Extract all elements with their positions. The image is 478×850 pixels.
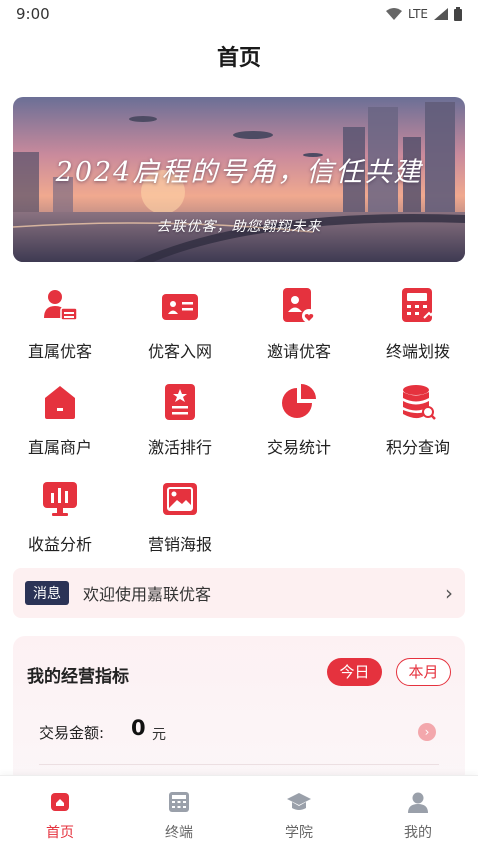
divider [39,764,439,765]
grid-item-activation-ranking[interactable]: 激活排行 [120,378,240,464]
grid-label: 直属商户 [27,438,92,457]
grid-label: 直属优客 [27,342,92,361]
grid-item-transaction-stats[interactable]: 交易统计 [239,378,359,464]
database-search-icon [403,385,436,420]
ranking-icon [165,384,195,420]
battery-icon [454,7,462,21]
invite-icon [283,288,316,323]
grid-label: 邀请优客 [266,342,331,361]
message-badge: 消息 [25,581,69,605]
tab-label: 首页 [46,825,74,841]
banner-title: 2024启程的号角，信任共建 [55,157,423,188]
grid-item-marketing-poster[interactable]: 营销海报 [120,475,240,561]
tab-label: 我的 [404,825,432,841]
wifi-icon [386,8,403,20]
transaction-amount-label: 交易金额: [39,724,105,742]
message-text: 欢迎使用嘉联优客 [83,585,212,604]
calculator-icon [169,792,189,812]
transaction-amount-value: 0 [131,716,146,740]
home-icon [51,793,69,811]
grid-item-points-query[interactable]: 积分查询 [358,378,478,464]
poster-icon [163,483,197,515]
status-indicators: LTE [386,7,462,21]
user-card-icon [44,290,78,321]
tab-home[interactable]: 首页 [0,776,120,850]
grid-label: 终端划拨 [385,342,450,361]
status-time: 9:00 [16,5,50,23]
tab-profile[interactable]: 我的 [358,776,478,850]
transaction-amount-unit: 元 [152,727,166,743]
tab-academy[interactable]: 学院 [239,776,359,850]
banner-subtitle: 去联优客，助您翱翔未来 [156,219,322,235]
terminal-icon [402,288,436,322]
grid-item-client-onboarding[interactable]: 优客入网 [120,282,240,368]
business-metrics-card: 我的经营指标 今日 本月 交易金额: 0 元 › [13,636,465,786]
metrics-title: 我的经营指标 [27,667,129,687]
grid-label: 优客入网 [147,342,212,361]
tab-terminal[interactable]: 终端 [119,776,239,850]
tab-today[interactable]: 今日 [327,658,382,686]
chevron-right-icon: › [445,581,453,605]
bottom-tab-bar: 首页 终端 学院 我的 [0,775,478,850]
grid-item-invite-client[interactable]: 邀请优客 [239,282,359,368]
grid-label: 收益分析 [27,535,92,554]
grid-item-terminal-transfer[interactable]: 终端划拨 [358,282,478,368]
grid-item-direct-client[interactable]: 直属优客 [0,282,120,368]
grid-label: 交易统计 [266,438,331,457]
grid-label: 激活排行 [147,438,212,457]
signal-icon [434,8,448,20]
id-card-icon [162,294,198,320]
shop-icon [45,386,75,419]
tab-label: 终端 [165,825,193,841]
grid-label: 营销海报 [147,535,212,554]
chevron-right-icon[interactable]: › [418,723,436,741]
bar-chart-icon [43,482,77,516]
tab-this-month[interactable]: 本月 [396,658,451,686]
status-bar: 9:00 LTE [0,0,478,28]
network-label: LTE [408,7,428,21]
grid-label: 积分查询 [385,438,450,457]
tab-label: 学院 [285,825,313,841]
pie-chart-icon [282,384,316,418]
graduation-cap-icon [287,793,311,810]
page-title: 首页 [216,46,261,71]
message-bar[interactable]: 消息 欢迎使用嘉联优客 › [13,568,465,618]
profile-icon [408,792,428,813]
grid-item-direct-merchant[interactable]: 直属商户 [0,378,120,464]
grid-item-revenue-analysis[interactable]: 收益分析 [0,475,120,561]
